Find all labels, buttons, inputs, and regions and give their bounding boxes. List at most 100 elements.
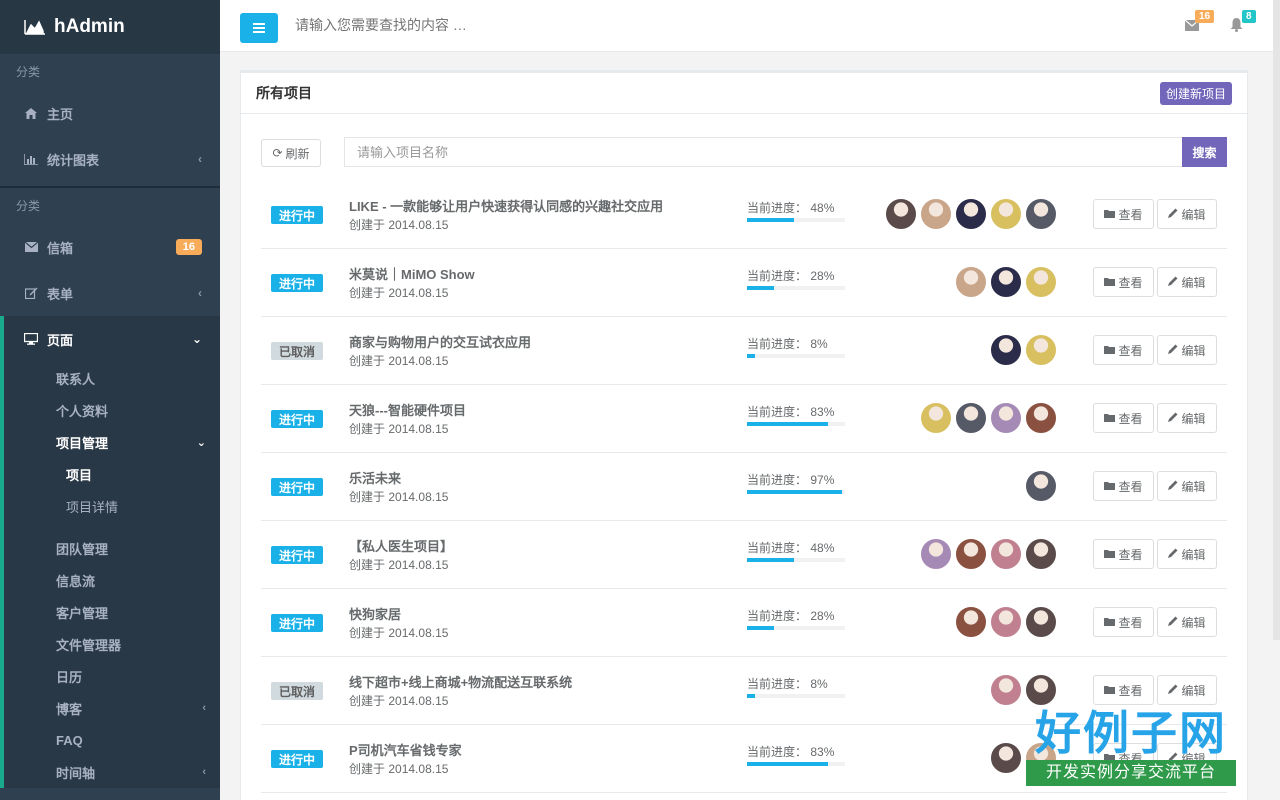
view-button[interactable]: 查看	[1093, 675, 1154, 705]
progress-fill	[747, 422, 829, 426]
sidebar-subitem-contacts[interactable]: 联系人	[4, 362, 220, 394]
view-label: 查看	[1118, 547, 1143, 562]
scrollbar[interactable]	[1273, 0, 1280, 640]
folder-icon	[1104, 411, 1116, 425]
avatar[interactable]	[955, 198, 987, 230]
project-search-input[interactable]	[344, 137, 1182, 167]
edit-button[interactable]: 编辑	[1157, 199, 1217, 229]
chevron-left-icon: ‹	[202, 702, 206, 714]
sidebar-subsubitem-projects[interactable]: 项目	[4, 458, 220, 490]
progress-prefix: 当前进度：	[747, 609, 808, 623]
sidebar-subitem-timeline[interactable]: 时间轴 ‹	[4, 756, 220, 788]
avatar[interactable]	[1025, 470, 1057, 502]
view-button[interactable]: 查看	[1093, 199, 1154, 229]
member-avatars	[1025, 470, 1057, 502]
avatar[interactable]	[1025, 538, 1057, 570]
edit-button[interactable]: 编辑	[1157, 471, 1217, 501]
project-title[interactable]: 天狼---智能硬件项目	[349, 400, 466, 419]
avatar[interactable]	[990, 334, 1022, 366]
avatar[interactable]	[990, 674, 1022, 706]
chevron-left-icon: ‹	[198, 286, 202, 300]
status-badge: 进行中	[271, 614, 323, 632]
sidebar-subitem-team[interactable]: 团队管理	[4, 532, 220, 564]
section-label: 分类	[16, 199, 41, 213]
sidebar-item-forms[interactable]: 表单 ‹	[0, 270, 220, 316]
project-title[interactable]: 快狗家居	[349, 604, 401, 623]
project-title[interactable]: 乐活未来	[349, 468, 401, 487]
avatar[interactable]	[955, 606, 987, 638]
project-created-date: 创建于 2014.08.15	[349, 624, 448, 641]
sidebar-item-charts[interactable]: 统计图表 ‹	[0, 136, 220, 182]
edit-label: 编辑	[1181, 275, 1206, 290]
avatar[interactable]	[885, 198, 917, 230]
progress-prefix: 当前进度：	[747, 337, 808, 351]
view-button[interactable]: 查看	[1093, 335, 1154, 365]
chevron-down-icon: ⌄	[196, 436, 206, 449]
avatar[interactable]	[990, 402, 1022, 434]
avatar[interactable]	[990, 742, 1022, 774]
edit-button[interactable]: 编辑	[1157, 607, 1217, 637]
avatar[interactable]	[955, 402, 987, 434]
view-button[interactable]: 查看	[1093, 471, 1154, 501]
edit-button[interactable]: 编辑	[1157, 267, 1217, 297]
sidebar-subitem-faq[interactable]: FAQ	[4, 724, 220, 756]
created-prefix: 创建于	[349, 218, 386, 232]
sidebar-subitem-file-manager[interactable]: 文件管理器	[4, 628, 220, 660]
folder-icon	[1104, 479, 1116, 493]
avatar[interactable]	[1025, 266, 1057, 298]
avatar[interactable]	[990, 198, 1022, 230]
top-mail-button[interactable]: 16	[1185, 10, 1215, 31]
view-button[interactable]: 查看	[1093, 403, 1154, 433]
brand[interactable]: hAdmin	[0, 0, 220, 54]
top-notification-button[interactable]: 8	[1230, 10, 1256, 32]
search-button[interactable]: 搜索	[1182, 137, 1227, 167]
pencil-icon	[1168, 343, 1178, 357]
avatar[interactable]	[1025, 402, 1057, 434]
sidebar-subitem-project-mgmt[interactable]: 项目管理 ⌄	[4, 426, 220, 458]
avatar[interactable]	[920, 198, 952, 230]
avatar[interactable]	[1025, 674, 1057, 706]
project-title[interactable]: 【私人医生项目】	[349, 536, 453, 555]
avatar[interactable]	[1025, 198, 1057, 230]
status-badge: 进行中	[271, 274, 323, 292]
avatar[interactable]	[955, 538, 987, 570]
avatar[interactable]	[920, 538, 952, 570]
mail-count-badge: 16	[1195, 10, 1215, 23]
sidebar-subitem-calendar[interactable]: 日历	[4, 660, 220, 692]
avatar[interactable]	[1025, 334, 1057, 366]
avatar[interactable]	[990, 266, 1022, 298]
project-title[interactable]: 线下超市+线上商城+物流配送互联系统	[349, 672, 572, 691]
sidebar-subitem-feed[interactable]: 信息流	[4, 564, 220, 596]
project-title[interactable]: 米莫说｜MiMO Show	[349, 264, 475, 283]
refresh-button[interactable]: ⟳ 刷新	[261, 139, 321, 167]
create-project-button[interactable]: 创建新项目	[1159, 81, 1232, 105]
sidebar-item-pages[interactable]: 页面 ⌄	[4, 316, 220, 362]
view-button[interactable]: 查看	[1093, 539, 1154, 569]
project-title[interactable]: P司机汽车省钱专家	[349, 740, 462, 759]
top-search-input[interactable]	[295, 15, 695, 35]
sidebar-subsubitem-project-detail[interactable]: 项目详情	[4, 490, 220, 522]
avatar[interactable]	[990, 538, 1022, 570]
menu-toggle-button[interactable]	[240, 13, 278, 43]
progress-fill	[747, 558, 795, 562]
avatar[interactable]	[920, 402, 952, 434]
subitem-label: 博客	[56, 701, 83, 717]
view-button[interactable]: 查看	[1093, 607, 1154, 637]
edit-button[interactable]: 编辑	[1157, 403, 1217, 433]
sidebar-subitem-clients[interactable]: 客户管理	[4, 596, 220, 628]
sidebar-item-home[interactable]: 主页	[0, 90, 220, 136]
sidebar-subitem-profile[interactable]: 个人资料	[4, 394, 220, 426]
edit-button[interactable]: 编辑	[1157, 539, 1217, 569]
avatar[interactable]	[990, 606, 1022, 638]
project-title[interactable]: 商家与购物用户的交互试衣应用	[349, 332, 531, 351]
edit-button[interactable]: 编辑	[1157, 675, 1217, 705]
project-title[interactable]: LIKE - 一款能够让用户快速获得认同感的兴趣社交应用	[349, 196, 663, 215]
avatar[interactable]	[1025, 606, 1057, 638]
progress-label: 当前进度： 97%	[747, 471, 834, 488]
edit-button[interactable]: 编辑	[1157, 335, 1217, 365]
project-created-date: 创建于 2014.08.15	[349, 420, 448, 437]
view-button[interactable]: 查看	[1093, 267, 1154, 297]
sidebar-item-mailbox[interactable]: 信箱 16	[0, 224, 220, 270]
sidebar-subitem-blog[interactable]: 博客 ‹	[4, 692, 220, 724]
avatar[interactable]	[955, 266, 987, 298]
